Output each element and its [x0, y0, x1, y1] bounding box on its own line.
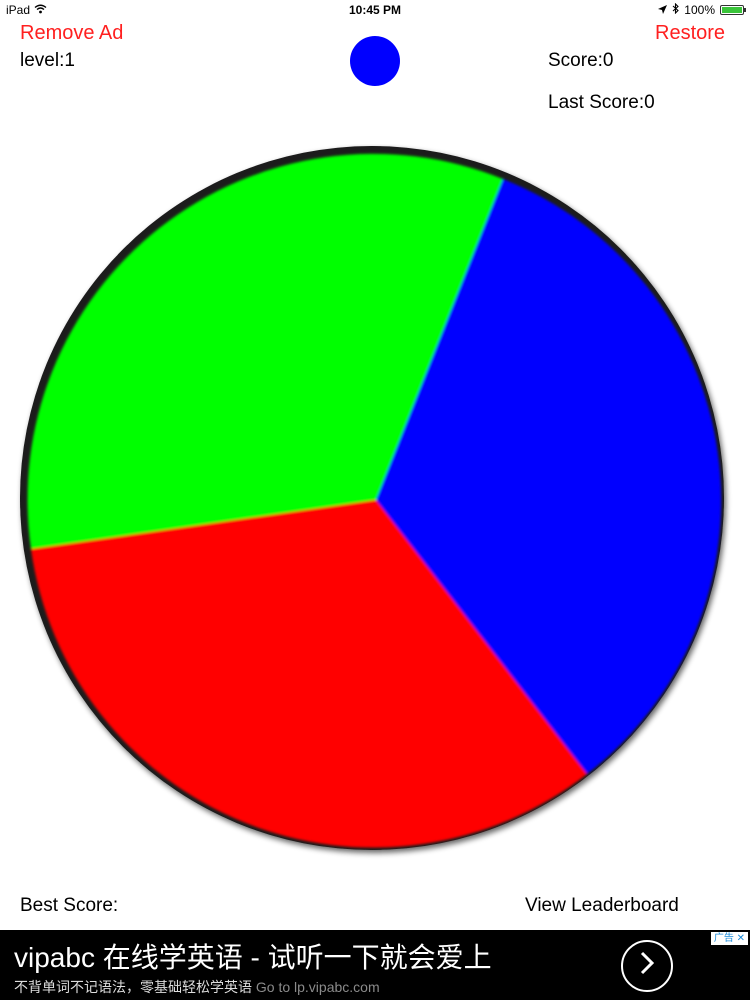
score-label: Score:0: [548, 50, 614, 71]
status-time: 10:45 PM: [348, 3, 402, 17]
best-score-label: Best Score:: [20, 895, 119, 916]
level-label: level:1: [20, 50, 75, 71]
ad-badge-label: 广告: [713, 933, 734, 944]
status-right: 100%: [658, 2, 746, 17]
ad-title[interactable]: vipabc 在线学英语 - 试听一下就会爱上: [14, 936, 492, 976]
remove-ad-button[interactable]: Remove Ad: [20, 22, 123, 45]
color-wheel[interactable]: [16, 144, 736, 864]
ad-close-icon[interactable]: ✕: [737, 933, 745, 944]
battery-percent: 100%: [684, 3, 715, 17]
battery-icon: [720, 5, 746, 15]
bluetooth-icon: [672, 2, 680, 17]
ad-link[interactable]: Go to lp.vipabc.com: [256, 979, 380, 995]
chevron-right-icon: [639, 951, 655, 982]
view-leaderboard-button[interactable]: View Leaderboard: [525, 895, 679, 917]
last-score-label: Last Score:0: [548, 92, 655, 113]
status-bar: iPad 10:45 PM 100%: [0, 0, 750, 20]
location-arrow-icon: [658, 3, 668, 17]
restore-button[interactable]: Restore: [655, 22, 725, 45]
ad-subtitle-text: 不背单词不记语法，零基础轻松学英语: [14, 979, 252, 995]
ad-banner[interactable]: vipabc 在线学英语 - 试听一下就会爱上 不背单词不记语法，零基础轻松学英…: [0, 930, 750, 1000]
ad-badge[interactable]: 广告 ✕: [710, 932, 748, 945]
ad-subtitle: 不背单词不记语法，零基础轻松学英语 Go to lp.vipabc.com: [14, 977, 380, 997]
target-color-dot: [350, 36, 400, 86]
ad-go-button[interactable]: [621, 940, 673, 992]
